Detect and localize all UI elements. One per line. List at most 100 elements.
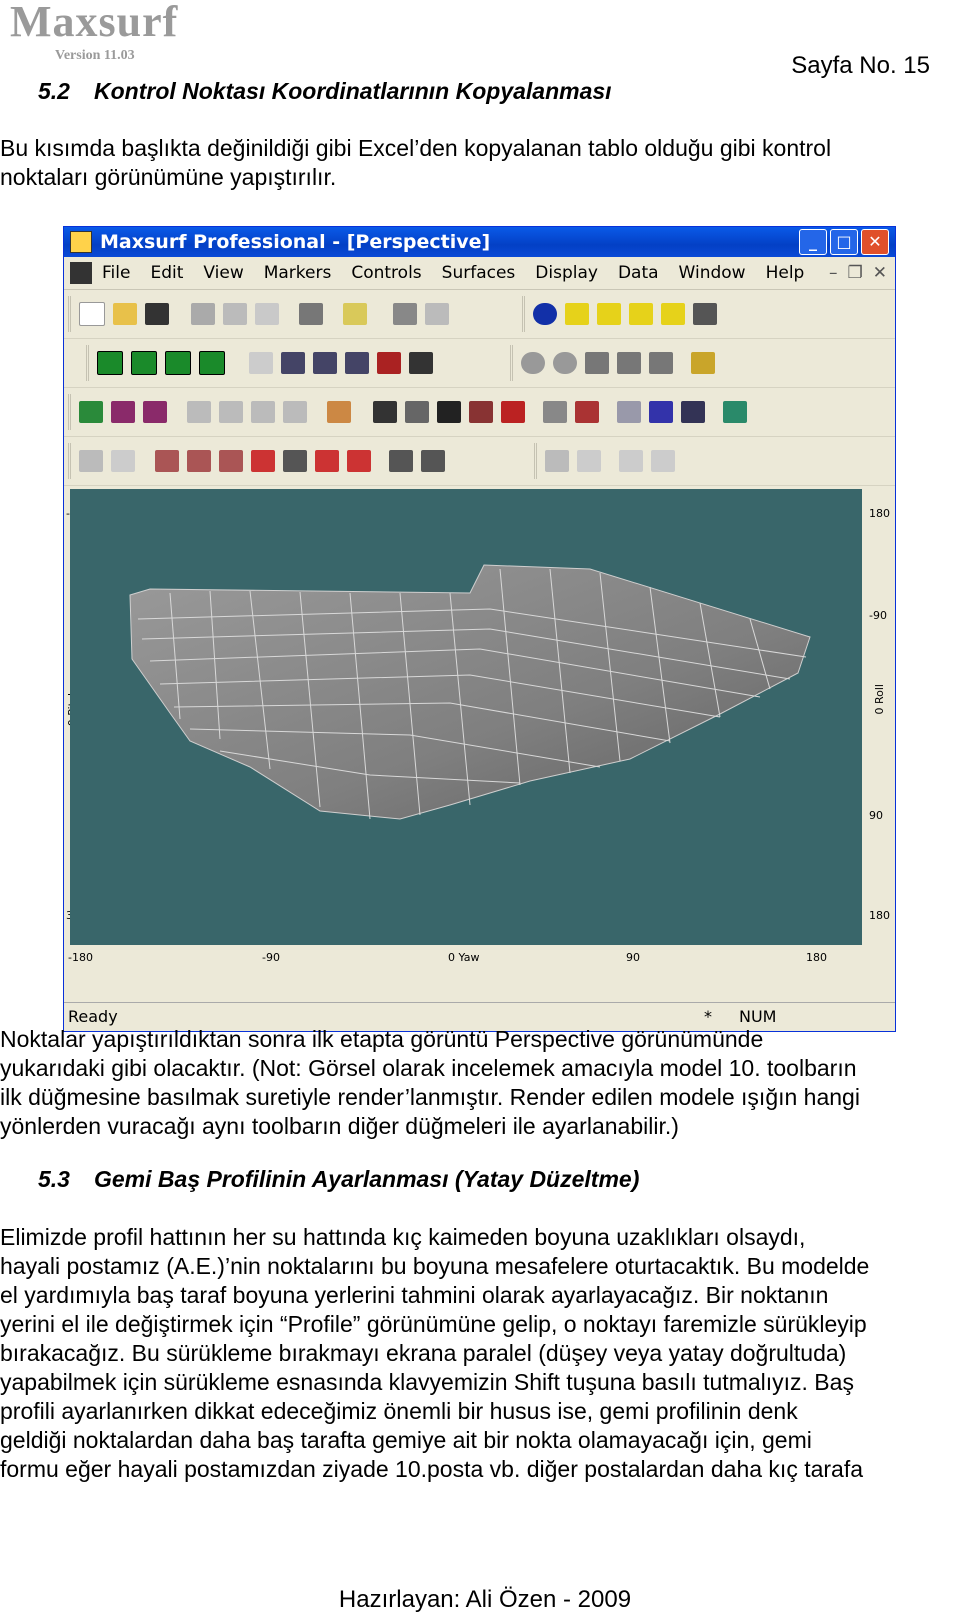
copy-icon[interactable]: [223, 303, 247, 325]
maxsurf-window-screenshot: Maxsurf Professional - [Perspective] _ □…: [63, 226, 896, 1032]
status-numlock: NUM: [739, 1007, 777, 1026]
pencil-icon[interactable]: [79, 450, 103, 472]
control-9-icon[interactable]: [649, 401, 673, 423]
surface-3-icon[interactable]: [143, 401, 167, 423]
window-title: Maxsurf Professional - [Perspective]: [100, 231, 491, 253]
new-icon[interactable]: [79, 302, 105, 326]
app-icon: [70, 231, 92, 253]
surface-1-icon[interactable]: [79, 401, 103, 423]
render-icon[interactable]: [533, 303, 557, 325]
arc-icon[interactable]: [111, 450, 135, 472]
menu-help[interactable]: Help: [766, 263, 805, 283]
zoom-out-icon[interactable]: [553, 352, 577, 374]
text-line: ilk düğmesine basılmak suretiyle render’…: [0, 1084, 860, 1110]
edit-2-icon[interactable]: [187, 450, 211, 472]
menu-markers[interactable]: Markers: [264, 263, 332, 283]
paragraph-1: Bu kısımda başlıkta değinildiği gibi Exc…: [0, 134, 955, 192]
cut-icon[interactable]: [191, 303, 215, 325]
roll-ruler[interactable]: 180 -90 0 Roll 90 180: [867, 489, 895, 945]
yaw-ruler[interactable]: -180 -90 0 Yaw 90 180: [64, 945, 864, 971]
minimize-icon[interactable]: _: [799, 229, 827, 255]
menu-file[interactable]: File: [102, 263, 130, 283]
menu-edit[interactable]: Edit: [150, 263, 183, 283]
menu-display[interactable]: Display: [535, 263, 598, 283]
menu-window[interactable]: Window: [679, 263, 746, 283]
plan-view-icon[interactable]: [97, 351, 123, 375]
rotate-icon[interactable]: [649, 352, 673, 374]
edit-9-icon[interactable]: [421, 450, 445, 472]
surface-6-icon[interactable]: [251, 401, 275, 423]
undo-icon[interactable]: [393, 303, 417, 325]
edit-8-icon[interactable]: [389, 450, 413, 472]
text-line: Bu kısımda başlıkta değinildiği gibi Exc…: [0, 135, 832, 161]
open-icon[interactable]: [113, 303, 137, 325]
perspective-viewport[interactable]: [70, 489, 862, 945]
perspective-view-icon[interactable]: [199, 351, 225, 375]
help-icon[interactable]: [343, 303, 367, 325]
trim-1-icon[interactable]: [545, 450, 569, 472]
light-3-icon[interactable]: [629, 303, 653, 325]
control-2-icon[interactable]: [405, 401, 429, 423]
edit-3-icon[interactable]: [219, 450, 243, 472]
paste-icon[interactable]: [255, 303, 279, 325]
light-5-icon[interactable]: [693, 303, 717, 325]
surface-5-icon[interactable]: [219, 401, 243, 423]
menu-surfaces[interactable]: Surfaces: [442, 263, 516, 283]
profile-view-icon[interactable]: [131, 351, 157, 375]
text-line: yapabilmek için sürükleme esnasında klav…: [0, 1369, 854, 1395]
view-toolbar: [86, 345, 433, 381]
tool-1-icon[interactable]: [249, 352, 273, 374]
ruler-label: 180: [869, 909, 890, 922]
surface-2-icon[interactable]: [111, 401, 135, 423]
menu-data[interactable]: Data: [618, 263, 659, 283]
control-7-icon[interactable]: [575, 401, 599, 423]
home-icon[interactable]: [617, 352, 641, 374]
edit-5-icon[interactable]: [283, 450, 307, 472]
control-10-icon[interactable]: [681, 401, 705, 423]
maximize-icon[interactable]: □: [830, 229, 858, 255]
surface-8-icon[interactable]: [327, 401, 351, 423]
tool-2-icon[interactable]: [281, 352, 305, 374]
tool-5-icon[interactable]: [377, 352, 401, 374]
pan-icon[interactable]: [585, 352, 609, 374]
grid-icon[interactable]: [723, 401, 747, 423]
close-icon[interactable]: ✕: [861, 229, 889, 255]
mdi-minimize-icon[interactable]: –: [829, 263, 838, 283]
body-plan-icon[interactable]: [165, 351, 191, 375]
menu-view[interactable]: View: [203, 263, 243, 283]
edit-7-icon[interactable]: [347, 450, 371, 472]
surface-4-icon[interactable]: [187, 401, 211, 423]
trim-4-icon[interactable]: [651, 450, 675, 472]
light-1-icon[interactable]: [565, 303, 589, 325]
control-4-icon[interactable]: [469, 401, 493, 423]
save-icon[interactable]: [145, 303, 169, 325]
control-3-icon[interactable]: [437, 401, 461, 423]
edit-4-icon[interactable]: [251, 450, 275, 472]
trim-3-icon[interactable]: [619, 450, 643, 472]
zoom-in-icon[interactable]: [521, 352, 545, 374]
control-5-icon[interactable]: [501, 401, 525, 423]
edit-6-icon[interactable]: [315, 450, 339, 472]
surface-7-icon[interactable]: [283, 401, 307, 423]
section-heading-5-2: 5.2 Kontrol Noktası Koordinatlarının Kopy…: [38, 78, 612, 105]
menu-controls[interactable]: Controls: [351, 263, 421, 283]
control-1-icon[interactable]: [373, 401, 397, 423]
control-6-icon[interactable]: [543, 401, 567, 423]
text-line: yukarıdaki gibi olacaktır. (Not: Görsel …: [0, 1055, 857, 1081]
tool-3-icon[interactable]: [313, 352, 337, 374]
ruler-label: 90: [869, 809, 883, 822]
trim-2-icon[interactable]: [577, 450, 601, 472]
redo-icon[interactable]: [425, 303, 449, 325]
paragraph-3: Elimizde profil hattının her su hattında…: [0, 1223, 955, 1484]
light-4-icon[interactable]: [661, 303, 685, 325]
tree-icon[interactable]: [691, 352, 715, 374]
mdi-close-icon[interactable]: ✕: [873, 263, 887, 283]
edit-1-icon[interactable]: [155, 450, 179, 472]
light-2-icon[interactable]: [597, 303, 621, 325]
control-8-icon[interactable]: [617, 401, 641, 423]
mdi-restore-icon[interactable]: ❐: [848, 263, 863, 283]
tool-4-icon[interactable]: [345, 352, 369, 374]
window-titlebar: Maxsurf Professional - [Perspective] _ □…: [64, 227, 895, 257]
print-icon[interactable]: [299, 303, 323, 325]
table-icon[interactable]: [409, 352, 433, 374]
